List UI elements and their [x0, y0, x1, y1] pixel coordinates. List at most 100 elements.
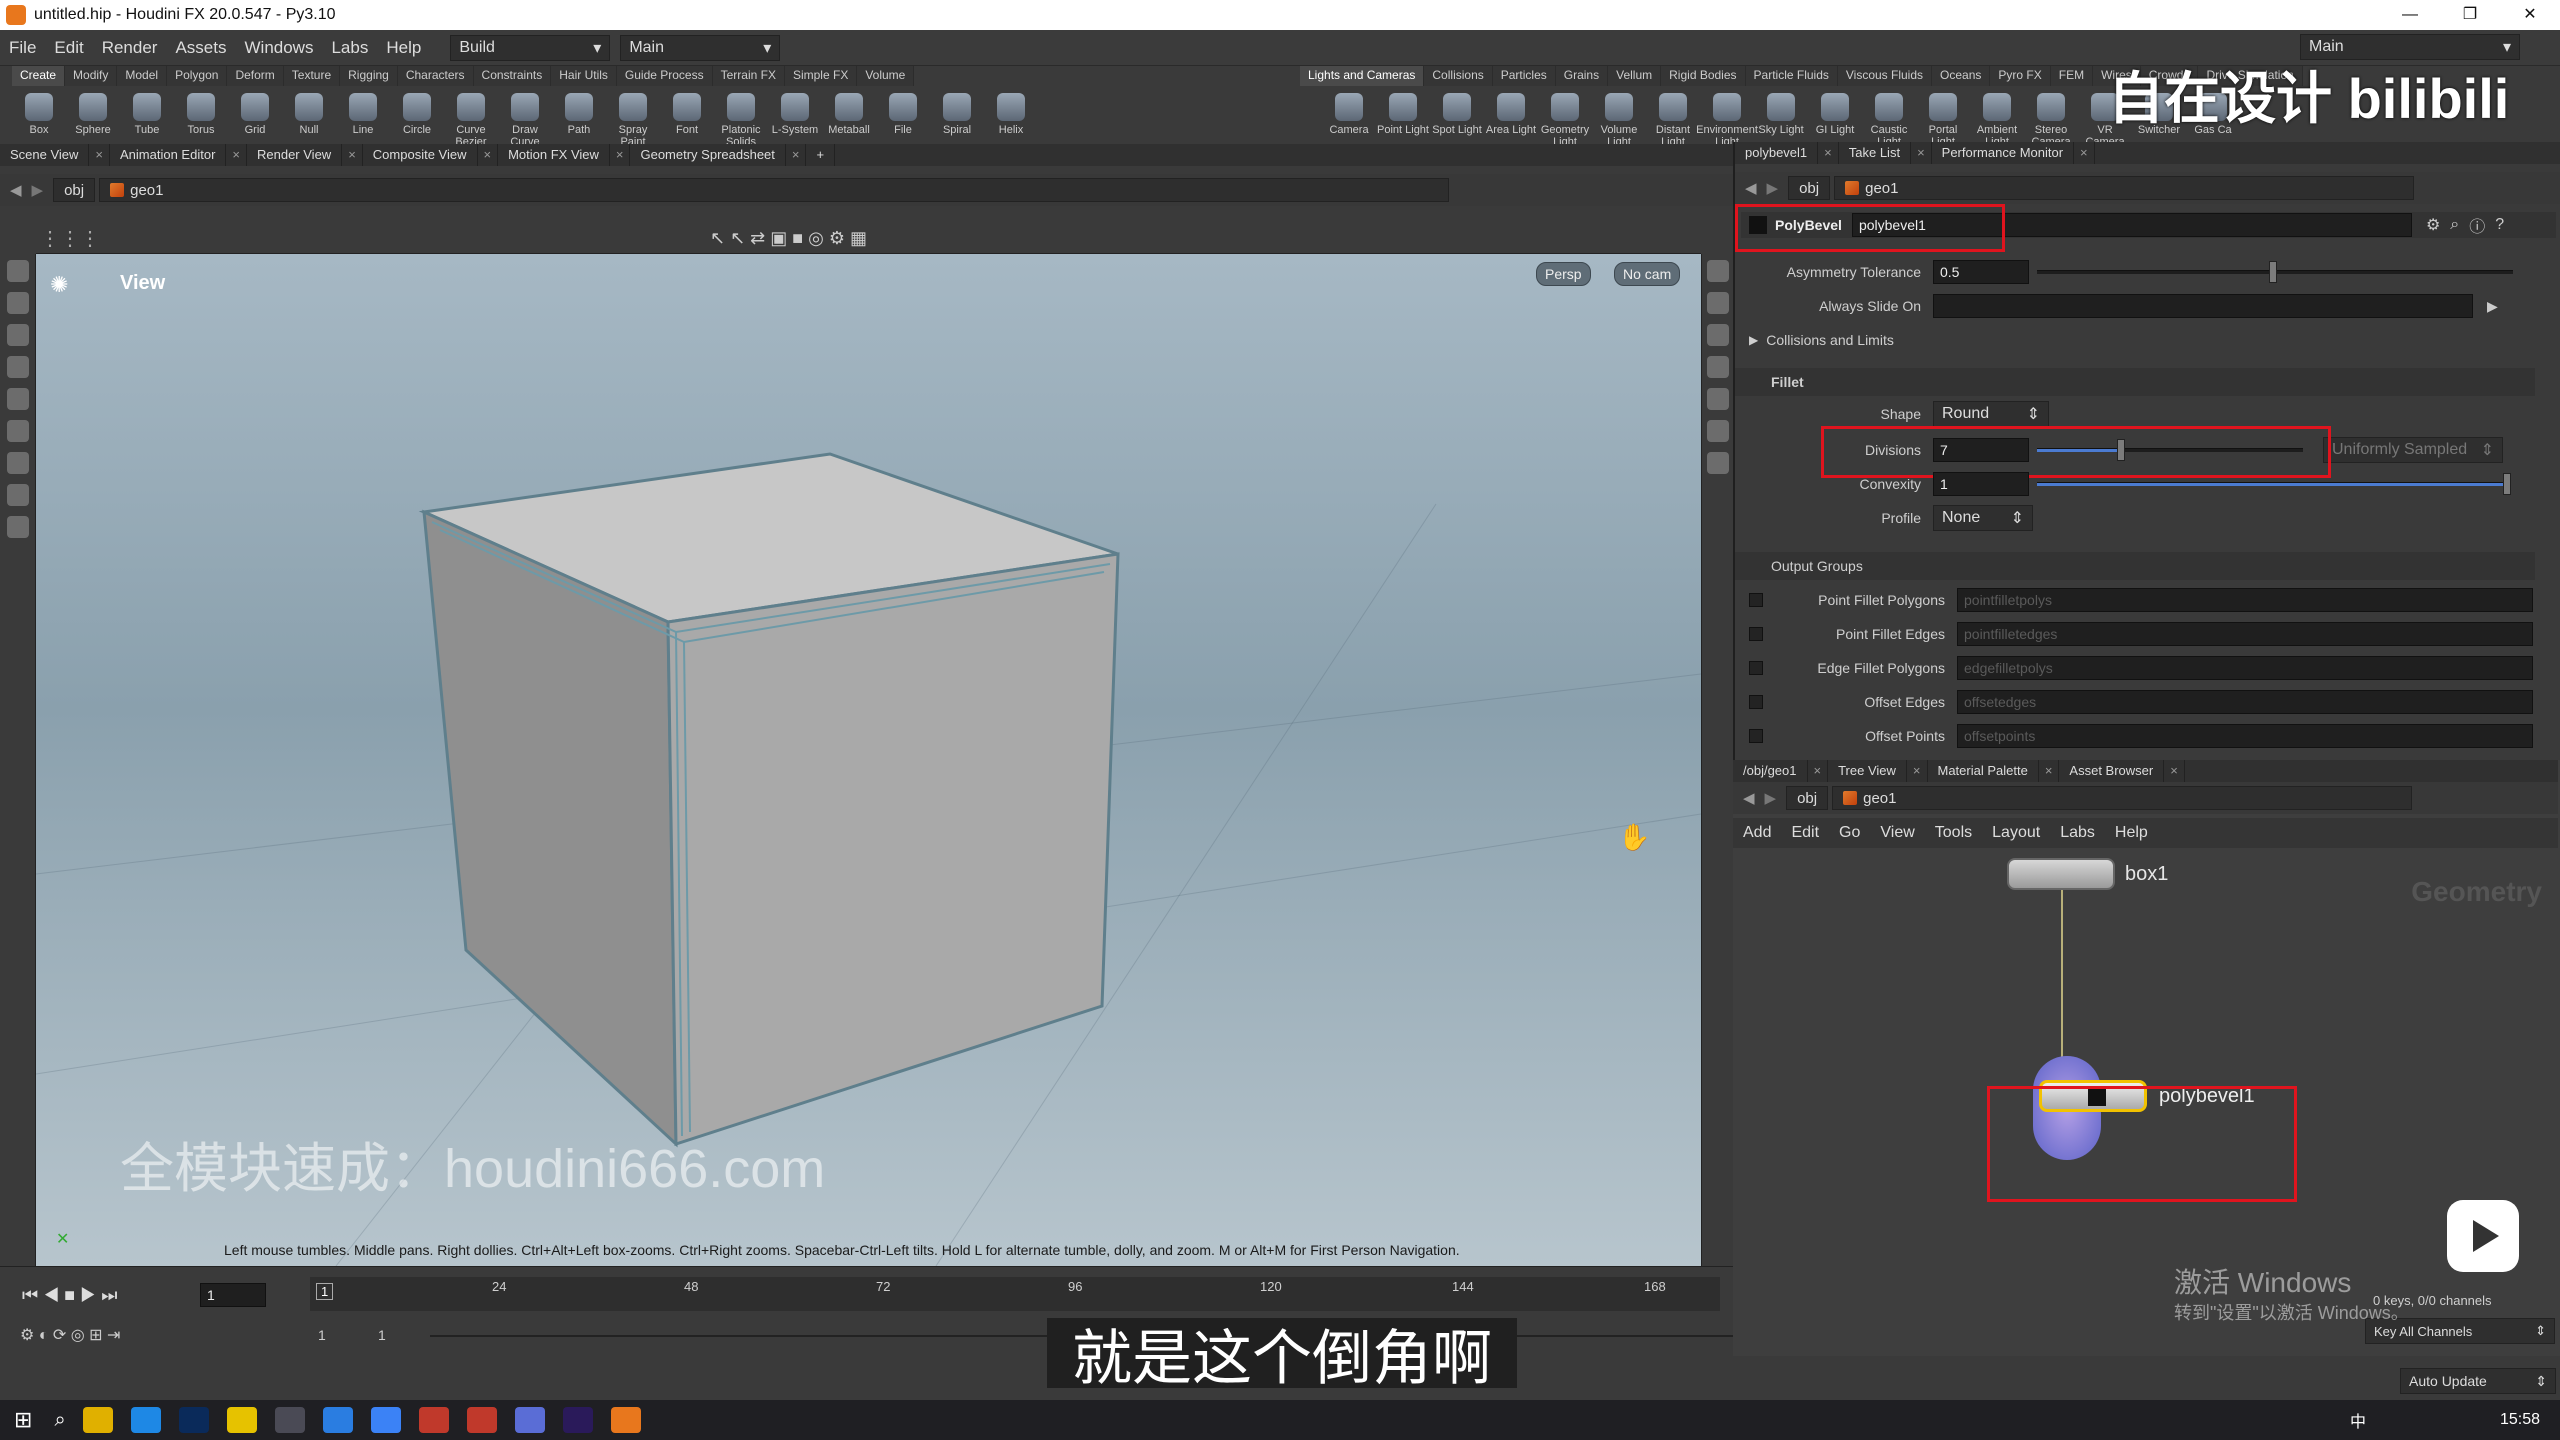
shelf-tab-particles[interactable]: Particles — [1492, 66, 1556, 86]
minimize-button[interactable]: — — [2380, 0, 2440, 30]
houdini-taskbar-icon[interactable] — [610, 1407, 641, 1433]
shelf-tool-torus[interactable]: Torus — [174, 90, 228, 152]
network-menu-add[interactable]: Add — [1733, 824, 1781, 842]
shelf-tool-area-light[interactable]: Area Light — [1484, 90, 1538, 152]
shelf-tab-vellum[interactable]: Vellum — [1608, 66, 1662, 86]
shelf-tool-metaball[interactable]: Metaball — [822, 90, 876, 152]
close-icon[interactable]: × — [786, 144, 807, 166]
param-path-obj[interactable]: obj — [1788, 176, 1831, 200]
forward-arrow-icon[interactable]: ▶ — [1767, 179, 1779, 197]
shelf-tool-point-light[interactable]: Point Light — [1376, 90, 1430, 152]
shelf-tab-texture[interactable]: Texture — [283, 66, 341, 86]
network-menu-edit[interactable]: Edit — [1781, 824, 1829, 842]
back-arrow-icon[interactable]: ◀ — [1745, 179, 1757, 197]
shelf-tab-grains[interactable]: Grains — [1555, 66, 1609, 86]
output-group-checkbox[interactable] — [1749, 593, 1763, 607]
file-explorer-icon[interactable] — [82, 1407, 113, 1433]
playback-controls[interactable]: ⏮ ◀ ■ ▶ ⏭ — [22, 1285, 117, 1306]
telegram-icon[interactable] — [322, 1407, 353, 1433]
shelf-tab-fem[interactable]: FEM — [2050, 66, 2094, 86]
sampling-dropdown[interactable]: Uniformly Sampled ⇕ — [2323, 437, 2503, 463]
output-group-field[interactable]: offsetpoints — [1957, 724, 2533, 748]
shelf-tab-viscous-fluids[interactable]: Viscous Fluids — [1837, 66, 1933, 86]
box1-node-body[interactable] — [2007, 858, 2115, 890]
record-icon[interactable] — [466, 1407, 497, 1433]
shelf-tool-path[interactable]: Path — [552, 90, 606, 152]
wireframe-icon[interactable] — [1706, 420, 1729, 442]
record-icon[interactable] — [418, 1407, 449, 1433]
shelf-tab-simple-fx[interactable]: Simple FX — [784, 66, 858, 86]
menu-edit[interactable]: Edit — [45, 38, 92, 58]
gear-icon[interactable]: ⚙ — [2426, 215, 2440, 235]
back-arrow-icon[interactable]: ◀ — [10, 181, 22, 199]
info-icon[interactable] — [1706, 452, 1729, 474]
ime-indicator[interactable]: 中 — [2350, 1408, 2366, 1432]
shelf-tool-sphere[interactable]: Sphere — [66, 90, 120, 152]
shelf-tab-volume[interactable]: Volume — [857, 66, 915, 86]
network-menu-layout[interactable]: Layout — [1982, 824, 2050, 842]
shelf-tab-create[interactable]: Create — [12, 66, 66, 86]
shelf-tool-geometry-light[interactable]: Geometry Light — [1538, 90, 1592, 152]
close-icon[interactable]: × — [226, 144, 247, 166]
shape-dropdown[interactable]: Round ⇕ — [1933, 401, 2049, 427]
tab-asset-browser[interactable]: Asset Browser — [2059, 760, 2165, 782]
edge-icon[interactable] — [130, 1407, 161, 1433]
no-cam-button[interactable]: No cam — [1614, 262, 1681, 286]
asymmetry-field[interactable]: 0.5 — [1933, 260, 2029, 284]
menu-windows[interactable]: Windows — [236, 38, 323, 58]
output-group-field[interactable]: pointfilletpolys — [1957, 588, 2533, 612]
magnet-tool-icon[interactable] — [6, 452, 29, 474]
shelf-tab-guide-process[interactable]: Guide Process — [616, 66, 713, 86]
convexity-slider[interactable] — [2037, 473, 2511, 495]
rotate-tool-icon[interactable] — [6, 324, 29, 346]
forward-arrow-icon[interactable]: ▶ — [32, 181, 44, 199]
shelf-tool-spray-paint[interactable]: Spray Paint — [606, 90, 660, 152]
shelf-tab-model[interactable]: Model — [117, 66, 168, 86]
persp-button[interactable]: Persp — [1536, 262, 1591, 286]
shelf-tool-tube[interactable]: Tube — [120, 90, 174, 152]
shelf-tool-circle[interactable]: Circle — [390, 90, 444, 152]
auto-update-dropdown[interactable]: Auto Update ⇕ — [2400, 1368, 2556, 1394]
close-icon[interactable]: × — [342, 144, 363, 166]
shelf-tab-particle-fluids[interactable]: Particle Fluids — [1745, 66, 1838, 86]
shelf-tool-font[interactable]: Font — [660, 90, 714, 152]
shelf-tab-constraints[interactable]: Constraints — [473, 66, 552, 86]
tab-polybevel1[interactable]: polybevel1 — [1735, 142, 1819, 164]
menu-help[interactable]: Help — [377, 38, 430, 58]
range-start[interactable]: 1 — [318, 1327, 326, 1343]
search-icon[interactable]: ⌕ — [2450, 216, 2459, 234]
output-group-checkbox[interactable] — [1749, 695, 1763, 709]
path-geo[interactable]: geo1 — [99, 178, 1450, 202]
menu-labs[interactable]: Labs — [322, 38, 377, 58]
output-group-field[interactable]: edgefilletpolys — [1957, 656, 2533, 680]
close-icon[interactable]: × — [1808, 760, 1829, 782]
arrow-icon[interactable]: ▶ — [2487, 298, 2498, 315]
menu-assets[interactable]: Assets — [166, 38, 235, 58]
back-arrow-icon[interactable]: ◀ — [1743, 789, 1755, 807]
tab-composite-view[interactable]: Composite View — [363, 144, 478, 166]
maximize-button[interactable]: ❐ — [2440, 0, 2500, 30]
handle-tool-icon[interactable] — [6, 388, 29, 410]
shelf-tool-grid[interactable]: Grid — [228, 90, 282, 152]
move-tool-icon[interactable] — [6, 292, 29, 314]
tab-geometry-spreadsheet[interactable]: Geometry Spreadsheet — [630, 144, 786, 166]
tab-scene-view[interactable]: Scene View — [0, 144, 90, 166]
shelf-tab-oceans[interactable]: Oceans — [1932, 66, 1991, 86]
close-icon[interactable]: × — [1818, 142, 1839, 164]
tab-obj-geo1[interactable]: /obj/geo1 — [1733, 760, 1808, 782]
output-group-checkbox[interactable] — [1749, 661, 1763, 675]
close-icon[interactable]: × — [1907, 760, 1928, 782]
grid-menu-icon[interactable]: ⋮⋮⋮ — [40, 226, 100, 251]
shelf-tool-platonic-solids[interactable]: Platonic Solids — [714, 90, 768, 152]
pose-tool-icon[interactable] — [6, 420, 29, 442]
range-start-2[interactable]: 1 — [378, 1327, 386, 1343]
app-icon[interactable] — [370, 1407, 401, 1433]
network-menu-labs[interactable]: Labs — [2050, 824, 2105, 842]
shelf-tab-hair-utils[interactable]: Hair Utils — [551, 66, 617, 86]
light-icon[interactable] — [1706, 324, 1729, 346]
snap-tool-icon[interactable] — [6, 516, 29, 538]
display-options-icon[interactable] — [1706, 260, 1729, 282]
shelf-tool-draw-curve[interactable]: Draw Curve — [498, 90, 552, 152]
close-icon[interactable]: × — [89, 144, 111, 166]
output-group-checkbox[interactable] — [1749, 627, 1763, 641]
